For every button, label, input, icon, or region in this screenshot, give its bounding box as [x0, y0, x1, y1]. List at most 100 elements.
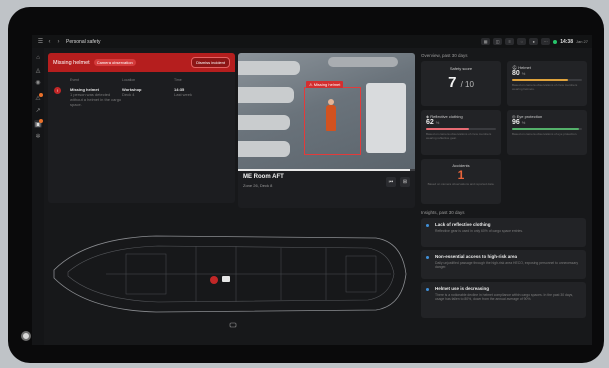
eye-protection-card[interactable]: ◎ Eye protection 96 % Based on camera ob…	[507, 110, 587, 155]
previous-camera-icon[interactable]: ⏮	[386, 177, 396, 187]
back-icon[interactable]: ‹	[45, 37, 54, 46]
video-progress-fill	[238, 169, 410, 171]
safety-score-max: / 10	[460, 80, 474, 89]
helmet-bar	[512, 79, 582, 81]
notification-icon[interactable]: ◌	[517, 38, 527, 45]
person-figure	[326, 105, 336, 131]
pipe	[238, 87, 294, 103]
eye-unit: %	[521, 120, 526, 125]
camera-menu-icon[interactable]: ⊞	[400, 177, 410, 187]
detection-label-text: Missing helmet	[313, 82, 341, 87]
incident-header: Missing helmet Camera observation Dismis…	[48, 53, 235, 72]
chart-icon[interactable]: ↗	[34, 106, 42, 114]
more-icon[interactable]: ⋯	[541, 38, 551, 45]
helmet-card[interactable]: ⛑ Helmet 80 % Based on camera observatio…	[507, 61, 587, 106]
accidents-description: Based on camera observations and reporte…	[427, 182, 495, 186]
pipe	[238, 61, 300, 75]
event-cell: Missing helmet 1 person was detected wit…	[70, 87, 122, 107]
camera-marker-icon[interactable]	[229, 322, 237, 328]
clock-date: Jan 27	[575, 39, 588, 44]
insight-card[interactable]: Non-essential access to high-risk area D…	[421, 250, 586, 279]
insight-body: Daily unjustified passage through the hi…	[435, 261, 579, 270]
incident-marker[interactable]	[210, 276, 218, 284]
safety-score-title: Safety score	[449, 66, 473, 71]
insight-bullet-icon	[426, 288, 429, 291]
camera-zone: Zone 26, Deck 8	[243, 183, 273, 188]
eye-bar-fill	[512, 128, 580, 130]
helmet-unit: %	[521, 71, 526, 76]
helmet-alert-icon: !	[54, 87, 61, 94]
forward-icon[interactable]: ›	[54, 37, 63, 46]
detection-label: ⚠ Missing helmet	[306, 81, 344, 88]
online-status-icon	[553, 39, 558, 44]
insight-title: Non-essential access to high-risk area	[435, 254, 518, 259]
camera-panel: ⚠ Missing helmet ME Room AFT Zone 26, De…	[238, 53, 415, 208]
user-icon[interactable]: ●	[529, 38, 539, 45]
home-icon[interactable]: ⌂	[34, 54, 42, 62]
alert-badge	[39, 93, 43, 97]
helmet-bar-fill	[512, 79, 568, 81]
insight-body: Reflective gear is used in only 60% of c…	[435, 229, 524, 233]
reflective-bar-fill	[426, 128, 470, 130]
layers-icon[interactable]: ◫	[493, 38, 503, 45]
status-area: ▦ ◫ ≡ ◌ ● ⋯ 14:38 Jan 27	[481, 38, 588, 45]
event-time-relative: Last week	[174, 92, 193, 97]
insight-card[interactable]: Lack of reflective clothing Reflective g…	[421, 218, 586, 247]
camera-name: ME Room AFT	[243, 174, 284, 180]
dismiss-incident-button[interactable]: Dismiss incident	[191, 57, 230, 68]
reflective-description: Based on camera observations of crew mem…	[426, 132, 492, 140]
camera-feed[interactable]: ⚠ Missing helmet	[238, 53, 415, 170]
camera-badge	[39, 119, 43, 123]
insight-body: There is a noticeable decline in helmet …	[435, 293, 574, 302]
insight-card[interactable]: Helmet use is decreasing There is a noti…	[421, 282, 586, 318]
eye-value: 96	[512, 119, 520, 126]
eye-description: Based on camera observations of eye prot…	[512, 132, 578, 136]
incident-source-badge: Camera observation	[93, 59, 136, 66]
helmet-value: 80	[512, 70, 520, 77]
accidents-value: 1	[457, 168, 465, 182]
overview-label: Overview, past 30 days	[421, 53, 468, 58]
safety-score-card[interactable]: Safety score 7 / 10	[421, 61, 501, 106]
pipe	[328, 57, 398, 67]
camera-icon[interactable]: ▣	[34, 119, 43, 128]
top-bar: ☰ ‹ › Personal safety ▦ ◫ ≡ ◌ ● ⋯ 14:38 …	[32, 35, 592, 48]
video-progress-bar[interactable]	[238, 169, 415, 171]
insight-bullet-icon	[426, 256, 429, 259]
clock-time: 14:38	[560, 38, 573, 45]
insight-title: Lack of reflective clothing	[435, 222, 491, 227]
location-cell: Workshop Deck 4	[122, 87, 174, 107]
eye-bar	[512, 128, 582, 130]
event-description: 1 person was detected without a helmet i…	[70, 92, 122, 107]
pipe	[238, 141, 290, 157]
grid-view-icon[interactable]: ▦	[481, 38, 491, 45]
insights-label: Insights, past 30 days	[421, 210, 465, 215]
column-header: Event	[70, 78, 79, 82]
sidebar: ⌂ ◬ ◉ ⚠ ↗ ▣ ✲	[32, 48, 44, 345]
menu-icon[interactable]: ☰	[36, 37, 45, 46]
location-deck: Deck 4	[122, 92, 135, 97]
tablet-frame: ☰ ‹ › Personal safety ▦ ◫ ≡ ◌ ● ⋯ 14:38 …	[8, 7, 604, 363]
filter-icon[interactable]: ≡	[505, 38, 515, 45]
incident-row[interactable]: ! Missing helmet 1 person was detected w…	[48, 82, 235, 107]
accidents-card[interactable]: Accidents 1 Based on camera observations…	[421, 159, 501, 204]
incident-panel: Missing helmet Camera observation Dismis…	[48, 53, 235, 203]
reflective-unit: %	[435, 120, 440, 125]
safety-score-value: 7	[448, 74, 457, 91]
pipe	[238, 115, 290, 130]
reflective-bar	[426, 128, 496, 130]
alert-icon[interactable]: ◬	[34, 66, 42, 74]
ship-deck-map[interactable]	[46, 210, 414, 338]
reflective-value: 62	[426, 119, 434, 126]
camera-marker-icon[interactable]	[222, 276, 230, 282]
insight-title: Helmet use is decreasing	[435, 286, 490, 291]
app-screen: ☰ ‹ › Personal safety ▦ ◫ ≡ ◌ ● ⋯ 14:38 …	[32, 35, 592, 345]
reflective-clothing-card[interactable]: ◈ Reflective clothing 62 % Based on came…	[421, 110, 501, 155]
tablet-home-button[interactable]	[21, 331, 31, 341]
location-icon[interactable]: ◉	[34, 78, 42, 86]
insight-bullet-icon	[426, 224, 429, 227]
warning-icon[interactable]: ⚠	[34, 93, 43, 102]
column-header: Time	[174, 78, 182, 82]
helmet-description: Based on camera observations of crew mem…	[512, 83, 578, 91]
page-title: Personal safety	[66, 38, 101, 45]
settings-icon[interactable]: ✲	[34, 132, 42, 140]
